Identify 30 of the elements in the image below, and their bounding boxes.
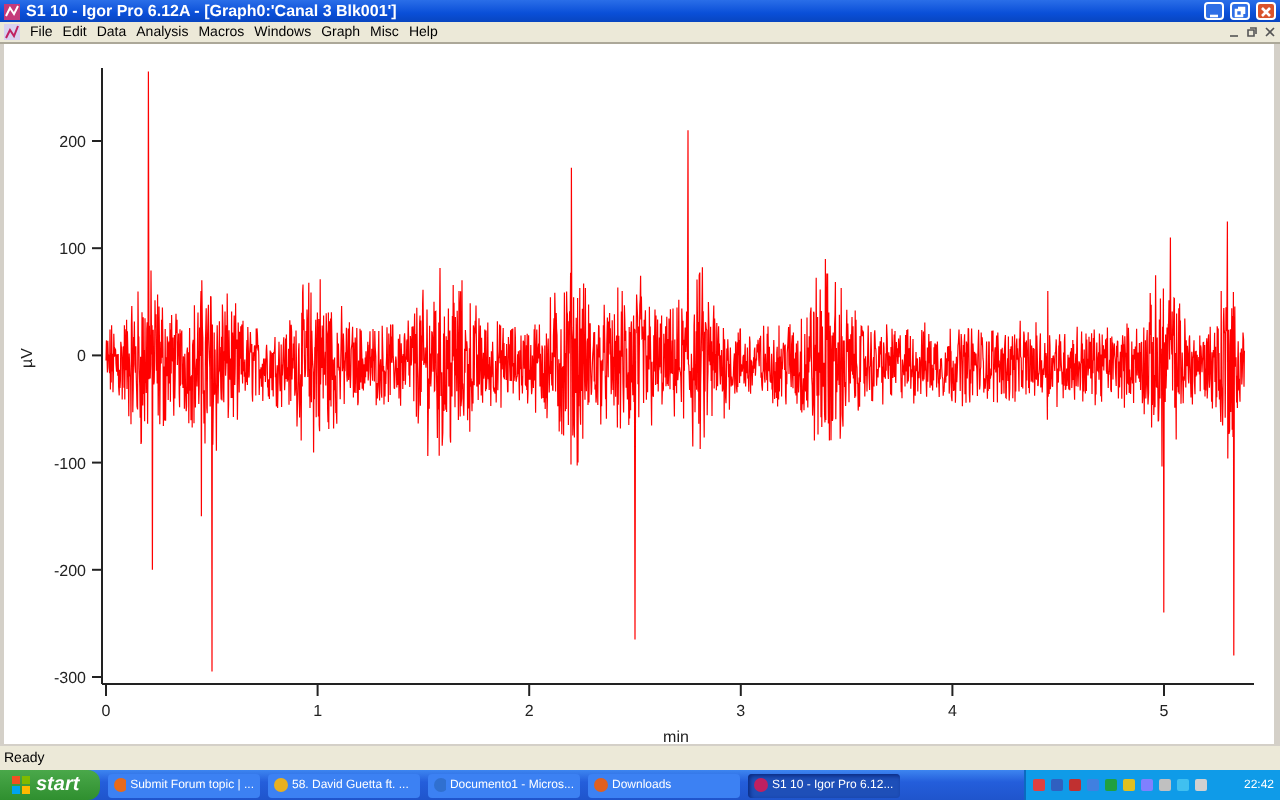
restore-button[interactable]	[1230, 2, 1250, 20]
app-logo-icon	[4, 3, 20, 19]
restore-icon	[1234, 5, 1246, 17]
y-tick-label: -300	[53, 669, 86, 687]
app-icon	[594, 778, 608, 792]
graph-window-icon[interactable]	[4, 24, 20, 40]
close-button[interactable]	[1256, 2, 1276, 20]
y-tick-label: -200	[53, 561, 86, 580]
app-icon	[754, 778, 768, 792]
app-icon	[114, 778, 127, 792]
x-tick-label: 1	[313, 702, 323, 720]
window-title: S1 10 - Igor Pro 6.12A - [Graph0:'Canal 3 Blk001']	[26, 1, 399, 21]
x-tick-label: 3	[736, 702, 746, 720]
y-tick-label: -100	[53, 454, 86, 473]
app-icon	[434, 778, 446, 792]
windows-flag-icon	[12, 776, 30, 794]
x-tick-label: 2	[524, 702, 534, 720]
y-tick-label: 200	[59, 133, 86, 151]
app-icon	[274, 778, 288, 792]
x-tick-label: 5	[1159, 702, 1169, 720]
y-tick-label: 100	[59, 240, 86, 259]
close-icon[interactable]	[1264, 26, 1276, 38]
x-axis-label: min	[663, 728, 689, 744]
close-icon	[1260, 5, 1272, 17]
x-tick-label: 4	[947, 702, 957, 720]
y-tick-label: 0	[77, 347, 86, 366]
y-axis-label: µV	[18, 348, 36, 368]
restore-icon[interactable]	[1246, 26, 1258, 38]
minimize-button[interactable]	[1204, 2, 1224, 20]
x-tick-label: 0	[101, 702, 111, 720]
